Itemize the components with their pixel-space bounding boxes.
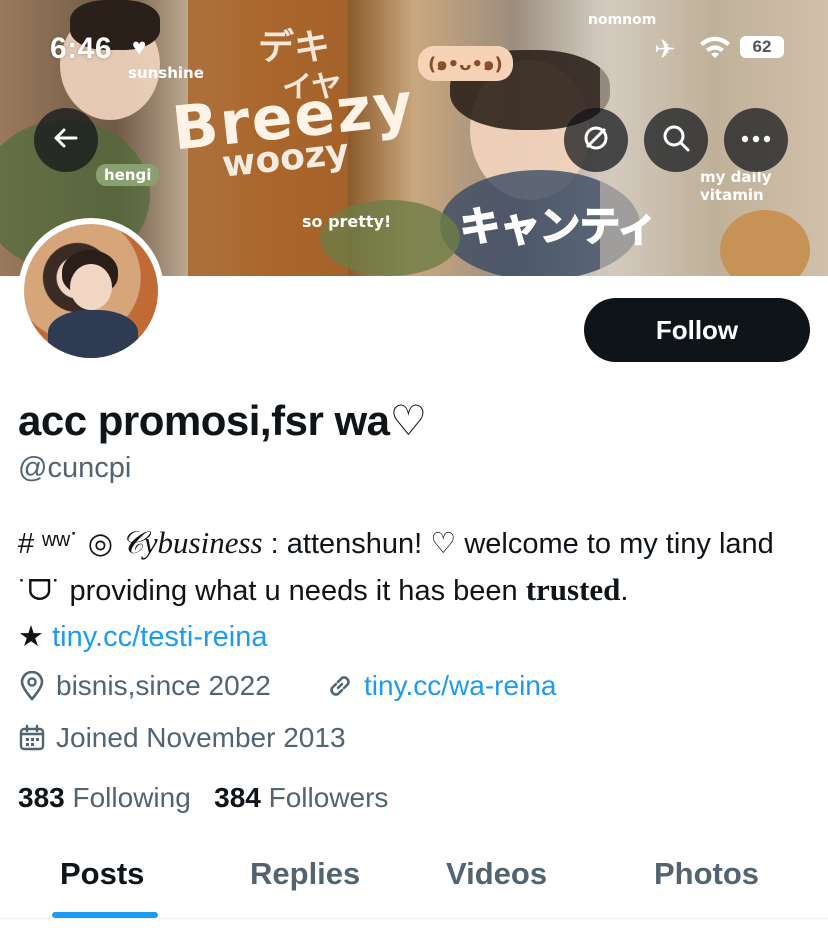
back-button[interactable] xyxy=(34,108,98,172)
avatar-image xyxy=(24,224,158,358)
bio-end: . xyxy=(620,575,629,607)
location-pin-icon xyxy=(18,671,46,701)
search-icon xyxy=(661,123,691,158)
bio-prefix: # ʷʷ˙ ◎ xyxy=(18,528,122,560)
display-name: acc promosi,fsr wa♡ xyxy=(18,397,427,444)
banner-text: hengi xyxy=(96,164,160,186)
bio-link[interactable]: tiny.cc/testi-reina xyxy=(52,621,267,653)
banner-text: nomnom xyxy=(588,12,657,28)
follow-button[interactable]: Follow xyxy=(584,298,810,362)
heart-icon: ♥ xyxy=(132,34,147,61)
airplane-mode-icon: ✈ xyxy=(654,34,676,64)
following-label: Following xyxy=(72,782,191,813)
location-text: bisnis,since 2022 xyxy=(56,670,271,701)
profile-website: tiny.cc/wa-reina xyxy=(326,670,556,702)
following-link[interactable]: 383 Following xyxy=(18,782,191,813)
link-icon xyxy=(326,672,354,700)
followers-count: 384 xyxy=(214,782,261,813)
tab-photos[interactable]: Photos xyxy=(654,856,759,892)
bio-brand: 𝒞ybusiness xyxy=(121,525,263,560)
username-handle: @cuncpi xyxy=(18,452,132,484)
banner-text: so pretty! xyxy=(302,212,392,231)
followers-label: Followers xyxy=(268,782,389,813)
more-icon xyxy=(740,131,772,149)
tabs-divider xyxy=(0,918,828,919)
back-arrow-icon xyxy=(52,124,80,157)
wifi-icon xyxy=(698,36,732,65)
more-button[interactable] xyxy=(724,108,788,172)
tab-videos[interactable]: Videos xyxy=(446,856,547,892)
banner-text: キャンティ xyxy=(459,203,659,251)
following-count: 383 xyxy=(18,782,65,813)
avatar[interactable] xyxy=(18,218,164,364)
followers-link[interactable]: 384 Followers xyxy=(214,782,388,813)
calendar-icon xyxy=(18,724,46,752)
follow-counts: 383 Following 384 Followers xyxy=(18,782,388,814)
translate-icon xyxy=(581,123,611,158)
translate-button[interactable] xyxy=(564,108,628,172)
bio-star: ★ xyxy=(18,621,53,653)
profile-tabs: Posts Replies Videos Photos xyxy=(0,842,828,918)
banner-text: my daily vitamin xyxy=(700,168,772,204)
joined-text: Joined November 2013 xyxy=(56,722,346,753)
profile-bio: # ʷʷ˙ ◎ 𝒞ybusiness : attenshun! ♡ welcom… xyxy=(18,520,818,660)
tab-replies[interactable]: Replies xyxy=(250,856,360,892)
status-time: 6:46 xyxy=(50,32,113,65)
bio-trusted: trusted xyxy=(525,572,621,607)
status-bar: 6:46 ♥ ✈ 62 xyxy=(0,28,828,72)
profile-location: bisnis,since 2022 xyxy=(18,670,271,702)
battery-indicator: 62 xyxy=(740,36,784,58)
website-link[interactable]: tiny.cc/wa-reina xyxy=(364,670,556,702)
search-button[interactable] xyxy=(644,108,708,172)
profile-joined: Joined November 2013 xyxy=(18,722,346,754)
tab-posts[interactable]: Posts xyxy=(60,856,144,892)
